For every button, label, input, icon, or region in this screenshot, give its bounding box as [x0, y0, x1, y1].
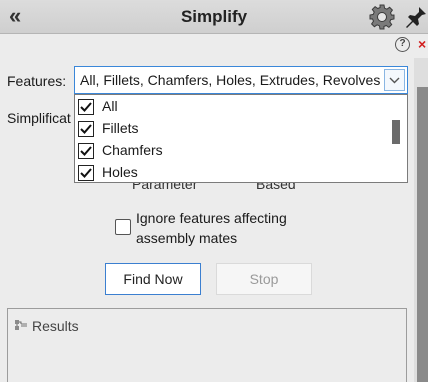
features-dropdown[interactable]: All, Fillets, Chamfers, Holes, Extrudes,… [74, 66, 408, 94]
dropdown-option-label: Chamfers [102, 142, 163, 158]
dropdown-option-label: All [102, 98, 118, 114]
dropdown-option-fillets[interactable]: Fillets [75, 118, 387, 140]
chevron-down-icon [389, 77, 400, 84]
panel-scrollbar-thumb[interactable] [417, 87, 428, 382]
features-dropdown-value: All, Fillets, Chamfers, Holes, Extrudes,… [80, 72, 381, 88]
checkbox-checked-icon[interactable] [78, 99, 94, 115]
dropdown-scrollbar-thumb[interactable] [392, 120, 400, 144]
help-bar: ? × [0, 35, 428, 57]
ignore-mates-label: Ignore features affecting assembly mates [136, 208, 287, 248]
close-icon[interactable]: × [418, 36, 426, 52]
checkbox-checked-icon[interactable] [78, 121, 94, 137]
ignore-mates-label-line1: Ignore features affecting [136, 210, 287, 226]
dropdown-arrow-button[interactable] [384, 69, 405, 91]
stop-button[interactable]: Stop [216, 263, 312, 295]
ignore-mates-checkbox[interactable] [115, 219, 131, 235]
find-now-button[interactable]: Find Now [105, 263, 201, 295]
ignore-mates-label-line2: assembly mates [136, 230, 238, 246]
dropdown-option-holes[interactable]: Holes [75, 162, 387, 182]
dropdown-option-label: Fillets [102, 120, 139, 136]
simplification-label: Simplificat [7, 110, 71, 126]
help-icon[interactable]: ? [395, 37, 410, 52]
checkbox-checked-icon[interactable] [78, 143, 94, 159]
dropdown-option-chamfers[interactable]: Chamfers [75, 140, 387, 162]
features-label: Features: [7, 73, 67, 89]
dropdown-option-all[interactable]: All [75, 96, 387, 118]
results-box: Results [7, 308, 407, 382]
title-bar: « Simplify [0, 0, 428, 34]
results-icon [14, 319, 28, 338]
results-label: Results [32, 318, 79, 334]
panel-title: Simplify [180, 7, 248, 26]
dropdown-option-label: Holes [102, 164, 138, 180]
checkbox-checked-icon[interactable] [78, 165, 94, 181]
features-dropdown-list: All Fillets Chamfers Holes [74, 94, 408, 183]
pin-icon[interactable] [404, 5, 428, 34]
gear-icon[interactable] [369, 4, 395, 35]
